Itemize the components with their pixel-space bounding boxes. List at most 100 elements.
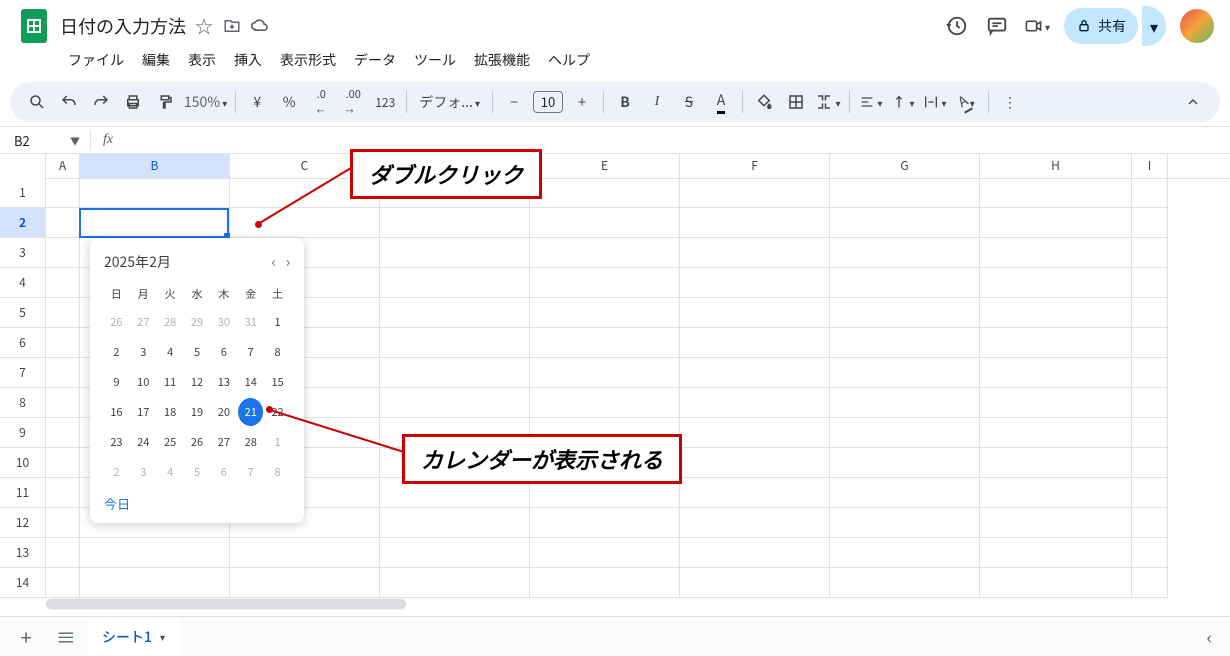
cell[interactable]: [830, 388, 980, 418]
menu-ツール[interactable]: ツール: [406, 46, 464, 74]
cal-day[interactable]: 20: [211, 398, 236, 426]
cell[interactable]: [830, 508, 980, 538]
cell[interactable]: [380, 508, 530, 538]
cal-day[interactable]: 2: [104, 458, 129, 486]
cell[interactable]: [680, 268, 830, 298]
add-sheet-button[interactable]: +: [8, 619, 44, 655]
rotate-button[interactable]: A▾: [954, 88, 980, 116]
chevron-down-icon[interactable]: ▾: [160, 629, 165, 644]
cell[interactable]: [830, 478, 980, 508]
cell[interactable]: [46, 418, 80, 448]
col-header-I[interactable]: I: [1132, 154, 1168, 178]
cell[interactable]: [680, 538, 830, 568]
cell[interactable]: [1132, 568, 1168, 598]
cal-day[interactable]: 15: [265, 368, 290, 396]
col-header-B[interactable]: B: [80, 154, 230, 178]
cell[interactable]: [530, 568, 680, 598]
more-formats-button[interactable]: 123: [372, 88, 398, 116]
cell[interactable]: [530, 238, 680, 268]
cell[interactable]: [46, 238, 80, 268]
cal-day[interactable]: 3: [131, 338, 156, 366]
borders-button[interactable]: [783, 88, 809, 116]
cell[interactable]: [1132, 418, 1168, 448]
explore-button[interactable]: ‹: [1207, 624, 1212, 650]
sheets-logo[interactable]: [16, 8, 52, 44]
cal-day[interactable]: 29: [185, 308, 210, 336]
cal-day[interactable]: 14: [238, 368, 263, 396]
cell[interactable]: [530, 298, 680, 328]
menu-ヘルプ[interactable]: ヘルプ: [540, 46, 598, 74]
cal-day[interactable]: 28: [238, 428, 263, 456]
cell[interactable]: [530, 388, 680, 418]
cell[interactable]: [46, 538, 80, 568]
cell[interactable]: [380, 358, 530, 388]
move-icon[interactable]: [222, 16, 242, 36]
cell[interactable]: [830, 238, 980, 268]
cal-day[interactable]: 8: [265, 458, 290, 486]
cal-day[interactable]: 16: [104, 398, 129, 426]
cell[interactable]: [1132, 448, 1168, 478]
print-icon[interactable]: [120, 88, 146, 116]
today-link[interactable]: 今日: [104, 494, 130, 513]
meet-icon[interactable]: ▾: [1024, 13, 1050, 39]
cell[interactable]: [980, 448, 1132, 478]
redo-icon[interactable]: [88, 88, 114, 116]
next-month-button[interactable]: ›: [286, 252, 290, 272]
font-size-input[interactable]: 10: [533, 91, 563, 113]
cell[interactable]: [980, 418, 1132, 448]
cell[interactable]: [46, 178, 80, 208]
row-header-10[interactable]: 10: [0, 448, 46, 478]
cell[interactable]: [80, 568, 230, 598]
active-cell[interactable]: [79, 208, 229, 238]
more-icon[interactable]: ⋮: [997, 88, 1023, 116]
col-header-F[interactable]: F: [680, 154, 830, 178]
cell[interactable]: [980, 508, 1132, 538]
cell[interactable]: [680, 478, 830, 508]
cell[interactable]: [380, 298, 530, 328]
cell[interactable]: [80, 178, 230, 208]
cell[interactable]: [80, 538, 230, 568]
share-button[interactable]: 共有: [1064, 8, 1138, 44]
cell[interactable]: [46, 448, 80, 478]
cell[interactable]: [530, 538, 680, 568]
cell[interactable]: [830, 208, 980, 238]
cell[interactable]: [980, 358, 1132, 388]
strikethrough-button[interactable]: S: [676, 88, 702, 116]
cell[interactable]: [1132, 178, 1168, 208]
merge-button[interactable]: ▾: [815, 88, 841, 116]
comment-icon[interactable]: [984, 13, 1010, 39]
increase-decimal-button[interactable]: .00→: [340, 88, 366, 116]
cell[interactable]: [530, 208, 680, 238]
cell[interactable]: [680, 298, 830, 328]
fill-color-button[interactable]: [751, 88, 777, 116]
cal-day[interactable]: 5: [185, 338, 210, 366]
cell[interactable]: [830, 568, 980, 598]
cell[interactable]: [230, 208, 380, 238]
cal-day[interactable]: 27: [131, 308, 156, 336]
menu-挿入[interactable]: 挿入: [226, 46, 270, 74]
cell[interactable]: [980, 328, 1132, 358]
cell[interactable]: [1132, 298, 1168, 328]
doc-title[interactable]: 日付の入力方法: [60, 13, 186, 39]
prev-month-button[interactable]: ‹: [272, 252, 276, 272]
cal-day[interactable]: 30: [211, 308, 236, 336]
cal-day[interactable]: 6: [211, 458, 236, 486]
cal-day[interactable]: 8: [265, 338, 290, 366]
star-icon[interactable]: ☆: [194, 16, 214, 36]
cell[interactable]: [1132, 388, 1168, 418]
row-header-3[interactable]: 3: [0, 238, 46, 268]
cell[interactable]: [530, 178, 680, 208]
cal-day[interactable]: 26: [185, 428, 210, 456]
row-header-1[interactable]: 1: [0, 178, 46, 208]
row-header-8[interactable]: 8: [0, 388, 46, 418]
cell[interactable]: [980, 208, 1132, 238]
cell[interactable]: [680, 238, 830, 268]
cell[interactable]: [1132, 358, 1168, 388]
select-all-corner[interactable]: [0, 154, 46, 178]
decrease-decimal-button[interactable]: .0←: [308, 88, 334, 116]
cell[interactable]: [46, 568, 80, 598]
cal-day[interactable]: 27: [211, 428, 236, 456]
cal-day[interactable]: 26: [104, 308, 129, 336]
cell[interactable]: [980, 478, 1132, 508]
menu-拡張機能[interactable]: 拡張機能: [466, 46, 538, 74]
